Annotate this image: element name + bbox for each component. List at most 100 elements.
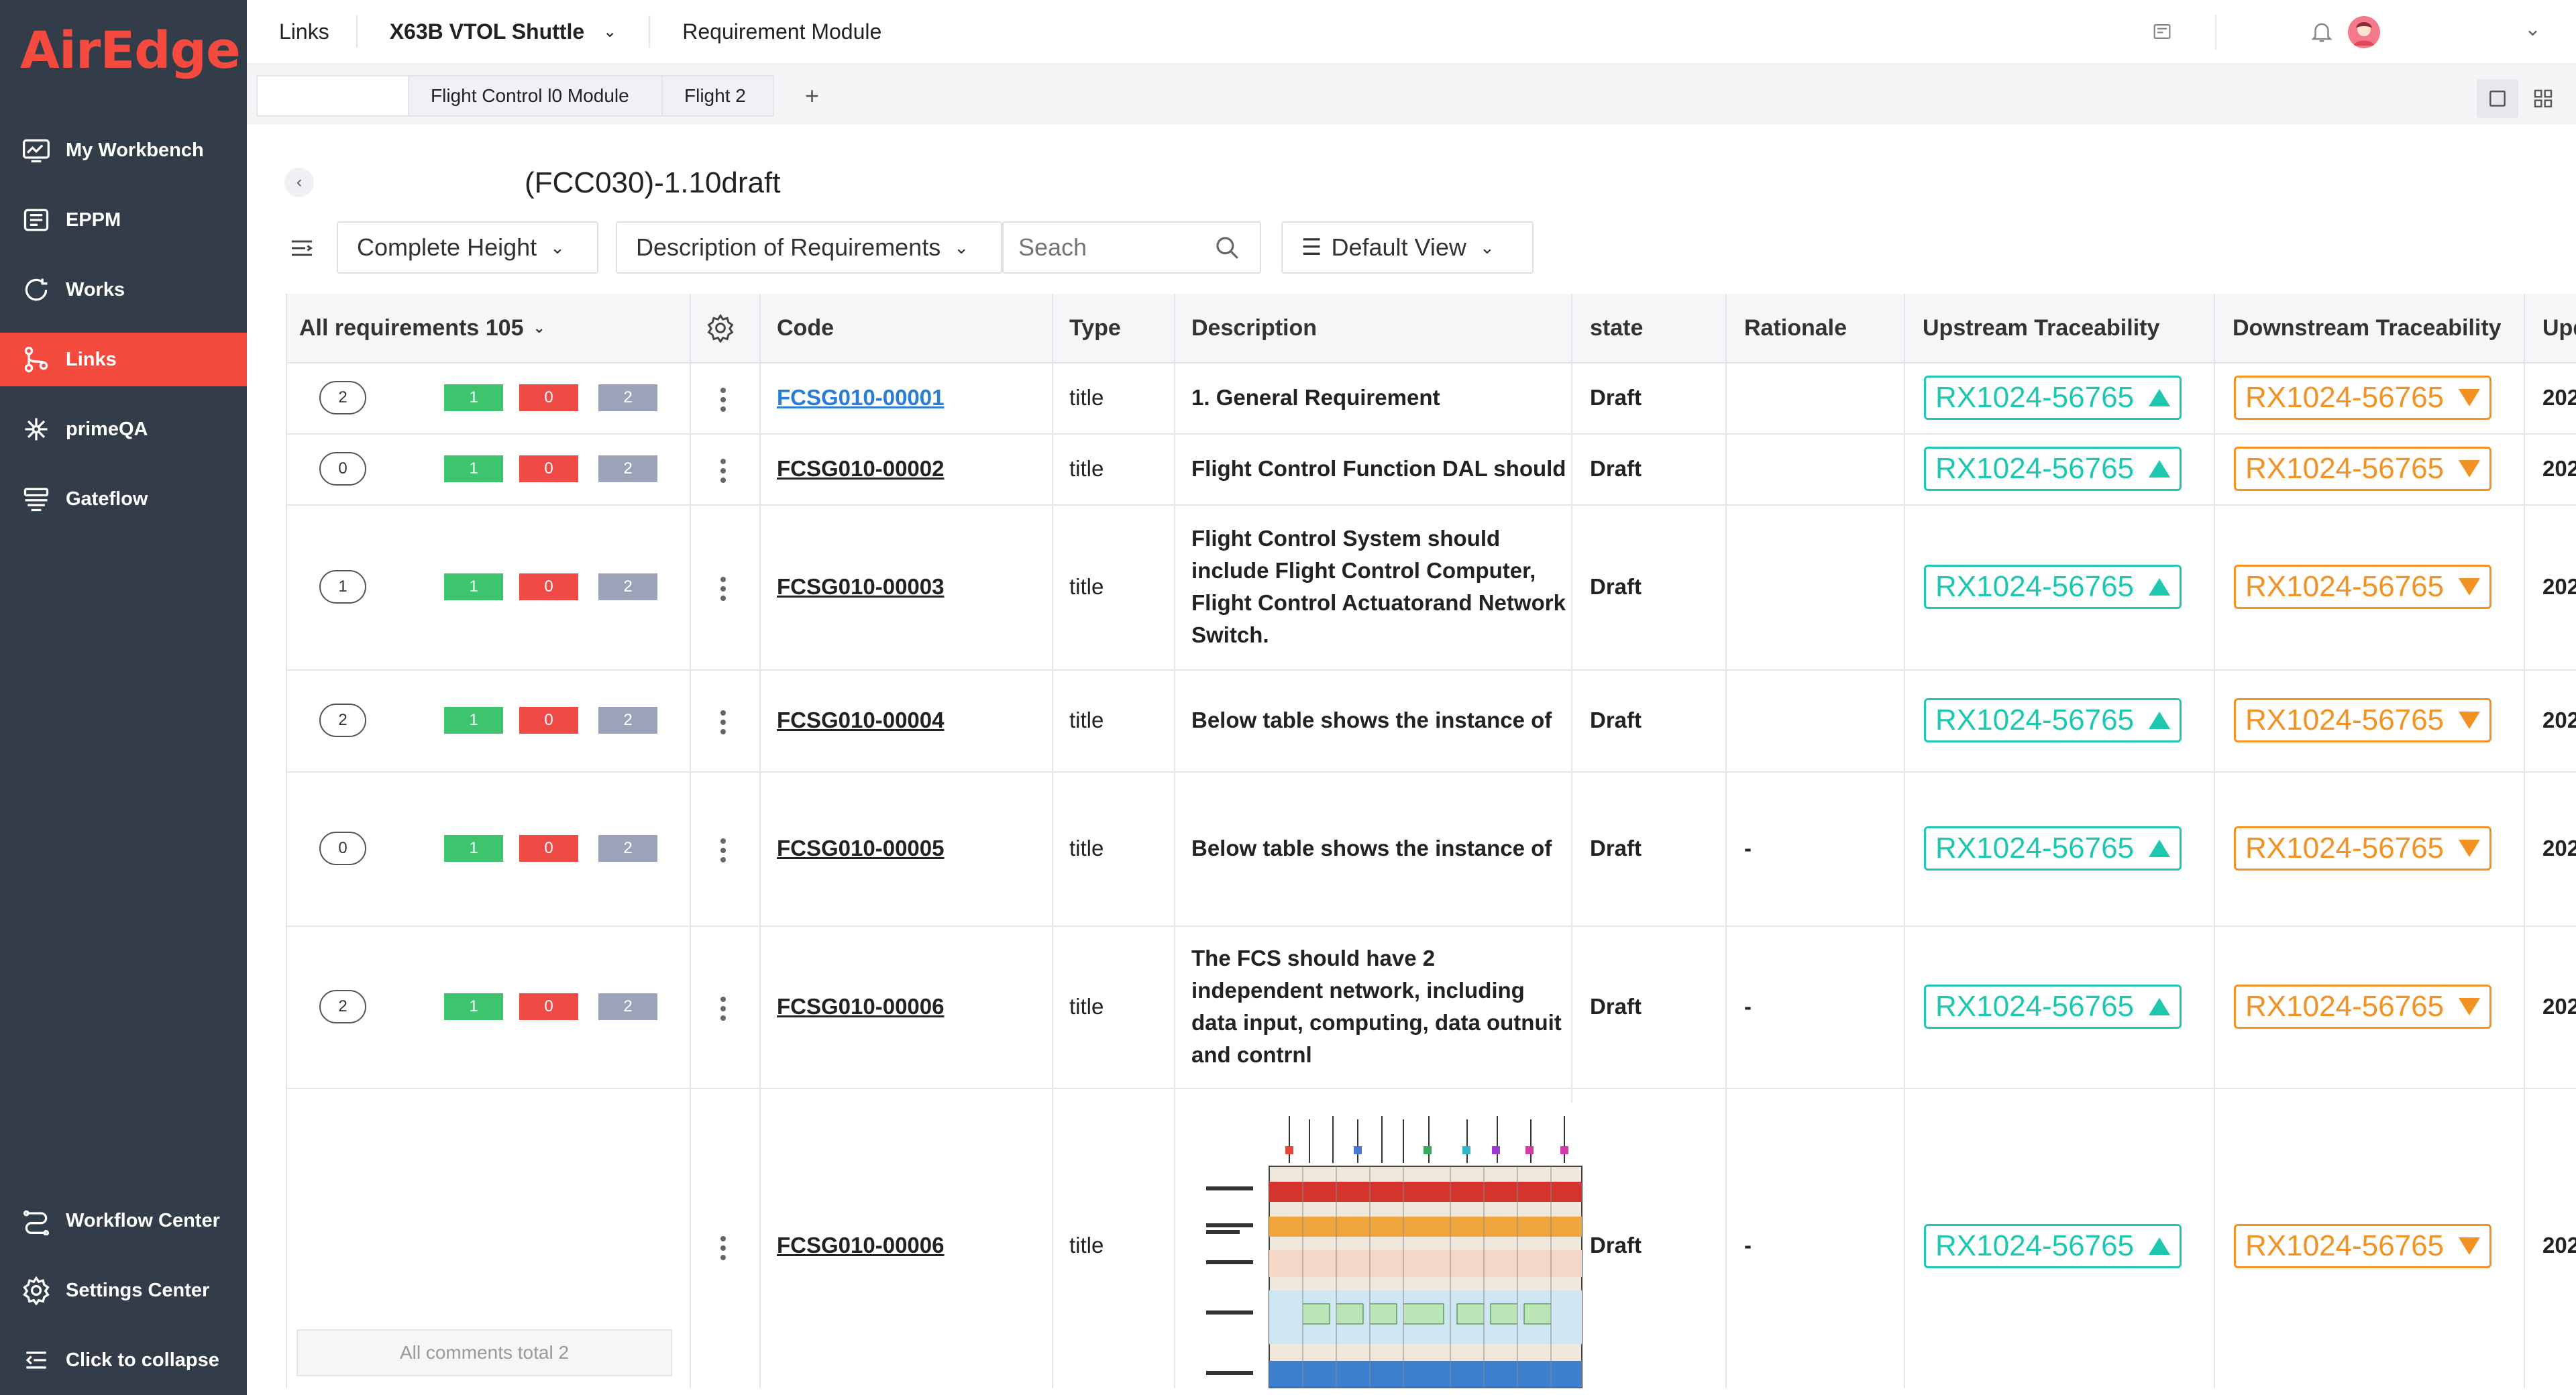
description-cell[interactable]: Below table shows the instance of	[1191, 669, 1574, 771]
view-select[interactable]: ☰ Default View ⌄	[1281, 221, 1534, 274]
sidebar-item-workflow-center[interactable]: Workflow Center	[0, 1194, 247, 1247]
comment-bubble[interactable]: 2	[319, 381, 366, 414]
description-cell[interactable]: The FCS should have 2 independent networ…	[1191, 926, 1567, 1088]
more-options-icon[interactable]	[720, 708, 727, 736]
column-header-update[interactable]: Upd	[2542, 294, 2576, 362]
more-options-icon[interactable]	[720, 836, 727, 864]
tab-blank[interactable]	[256, 75, 409, 117]
code-cell[interactable]: FCSG010-00005	[777, 771, 944, 926]
more-options-icon[interactable]	[720, 575, 727, 603]
code-cell[interactable]: FCSG010-00004	[777, 669, 944, 771]
divider	[287, 1088, 2576, 1089]
comment-bubble[interactable]: 0	[319, 452, 366, 486]
breadcrumb-module[interactable]: Links	[247, 0, 356, 64]
avatar[interactable]	[2348, 16, 2380, 48]
upstream-trace-tag[interactable]: RX1024-56765	[1924, 985, 2182, 1029]
code-link[interactable]: FCSG010-00001	[777, 385, 944, 410]
breadcrumb-section[interactable]: Requirement Module	[650, 0, 914, 64]
comment-bubble[interactable]: 2	[319, 704, 366, 737]
grid-view-button[interactable]	[2522, 79, 2564, 118]
upstream-trace-tag[interactable]: RX1024-56765	[1924, 698, 2182, 742]
pending-count-badge: 2	[598, 384, 657, 411]
pass-count-badge: 1	[444, 384, 503, 411]
app-logo: AirEdge	[20, 20, 241, 80]
sidebar-item-label: Works	[66, 278, 125, 300]
more-options-icon[interactable]	[720, 995, 727, 1023]
upstream-trace-tag[interactable]: RX1024-56765	[1924, 565, 2182, 609]
code-cell[interactable]: FCSG010-00006	[777, 926, 944, 1088]
chevron-down-icon[interactable]: ⌄	[2524, 17, 2541, 41]
downstream-trace-tag[interactable]: RX1024-56765	[2234, 698, 2492, 742]
search-input[interactable]	[1018, 233, 1213, 262]
upstream-trace-tag[interactable]: RX1024-56765	[1924, 376, 2182, 420]
field-select[interactable]: Description of Requirements ⌄	[616, 221, 1002, 274]
comment-bubble[interactable]: 0	[319, 832, 366, 865]
pending-count-badge: 2	[598, 835, 657, 862]
triangle-down-icon	[2459, 840, 2481, 857]
add-tab-button[interactable]: +	[784, 75, 837, 117]
notification-bell-icon[interactable]	[2309, 19, 2334, 50]
comment-bubble[interactable]: 1	[319, 570, 366, 604]
tab-flight-control-module[interactable]: Flight Control l0 Module	[408, 75, 663, 117]
upstream-trace-tag[interactable]: RX1024-56765	[1924, 826, 2182, 871]
description-cell[interactable]: 1. General Requirement	[1191, 362, 1574, 433]
table-settings-button[interactable]	[687, 294, 754, 362]
sidebar-item-eppm[interactable]: EPPM	[0, 193, 247, 247]
more-options-icon[interactable]	[720, 457, 727, 485]
column-header-rationale[interactable]: Rationale	[1744, 294, 1847, 362]
upstream-trace-tag[interactable]: RX1024-56765	[1924, 447, 2182, 491]
comments-total-button[interactable]: All comments total 2	[297, 1329, 672, 1376]
search-icon[interactable]	[1213, 233, 1241, 262]
height-select[interactable]: Complete Height ⌄	[337, 221, 598, 274]
code-link[interactable]: FCSG010-00006	[777, 994, 944, 1019]
description-cell[interactable]: Flight Control System should include Fli…	[1191, 504, 1567, 669]
column-header-type[interactable]: Type	[1069, 294, 1121, 362]
column-header-code[interactable]: Code	[777, 294, 834, 362]
column-header-description[interactable]: Description	[1191, 294, 1318, 362]
all-requirements-dropdown[interactable]: All requirements 105 ⌄	[299, 294, 675, 362]
column-header-downstream[interactable]: Downstream Traceability	[2233, 294, 2502, 362]
code-cell[interactable]: FCSG010-00003	[777, 504, 944, 669]
column-header-upstream[interactable]: Upstream Traceability	[1923, 294, 2160, 362]
triangle-up-icon	[2149, 840, 2171, 857]
collapse-sidebar-button[interactable]: Click to collapse	[0, 1333, 247, 1387]
column-settings-button[interactable]	[288, 235, 315, 265]
sidebar-item-my-workbench[interactable]: My Workbench	[0, 123, 247, 177]
column-header-state[interactable]: state	[1590, 294, 1644, 362]
code-link[interactable]: FCSG010-00006	[777, 1233, 944, 1258]
top-bar: Links X63B VTOL Shuttle ⌄ Requirement Mo…	[247, 0, 2576, 64]
downstream-trace-tag[interactable]: RX1024-56765	[2234, 447, 2492, 491]
sidebar-item-links[interactable]: Links	[0, 333, 247, 386]
downstream-trace-tag[interactable]: RX1024-56765	[2234, 565, 2492, 609]
search-box[interactable]	[1002, 221, 1261, 274]
description-cell[interactable]: Below table shows the instance of	[1191, 771, 1574, 926]
comment-bubble[interactable]: 2	[319, 990, 366, 1023]
code-cell[interactable]: FCSG010-00002	[777, 433, 944, 504]
code-link[interactable]: FCSG010-00005	[777, 836, 944, 861]
code-link[interactable]: FCSG010-00002	[777, 456, 944, 482]
upstream-trace-tag[interactable]: RX1024-56765	[1924, 1224, 2182, 1268]
sidebar-item-primeqa[interactable]: primeQA	[0, 402, 247, 456]
more-options-icon[interactable]	[720, 386, 727, 414]
code-link[interactable]: FCSG010-00003	[777, 574, 944, 600]
project-selector[interactable]: X63B VTOL Shuttle ⌄	[358, 0, 649, 64]
code-cell[interactable]: FCSG010-00001	[777, 362, 944, 433]
message-icon[interactable]	[2151, 20, 2174, 48]
architecture-diagram-image[interactable]	[1202, 1103, 1587, 1388]
chevron-down-icon: ⌄	[533, 319, 545, 336]
sidebar-item-works[interactable]: Works	[0, 263, 247, 317]
downstream-trace-tag[interactable]: RX1024-56765	[2234, 1224, 2492, 1268]
tab-flight-2[interactable]: Flight 2	[661, 75, 774, 117]
sidebar-item-gateflow[interactable]: Gateflow	[0, 472, 247, 526]
more-options-icon[interactable]	[720, 1234, 727, 1262]
description-cell[interactable]: Flight Control Function DAL should	[1191, 433, 1574, 504]
downstream-trace-tag[interactable]: RX1024-56765	[2234, 826, 2492, 871]
single-view-button[interactable]	[2477, 79, 2518, 118]
downstream-trace-tag[interactable]: RX1024-56765	[2234, 985, 2492, 1029]
sidebar-item-label: Click to collapse	[66, 1349, 219, 1371]
code-cell[interactable]: FCSG010-00006	[777, 1088, 944, 1388]
back-button[interactable]: ‹	[284, 168, 314, 197]
downstream-trace-tag[interactable]: RX1024-56765	[2234, 376, 2492, 420]
sidebar-item-settings-center[interactable]: Settings Center	[0, 1264, 247, 1317]
code-link[interactable]: FCSG010-00004	[777, 708, 944, 733]
